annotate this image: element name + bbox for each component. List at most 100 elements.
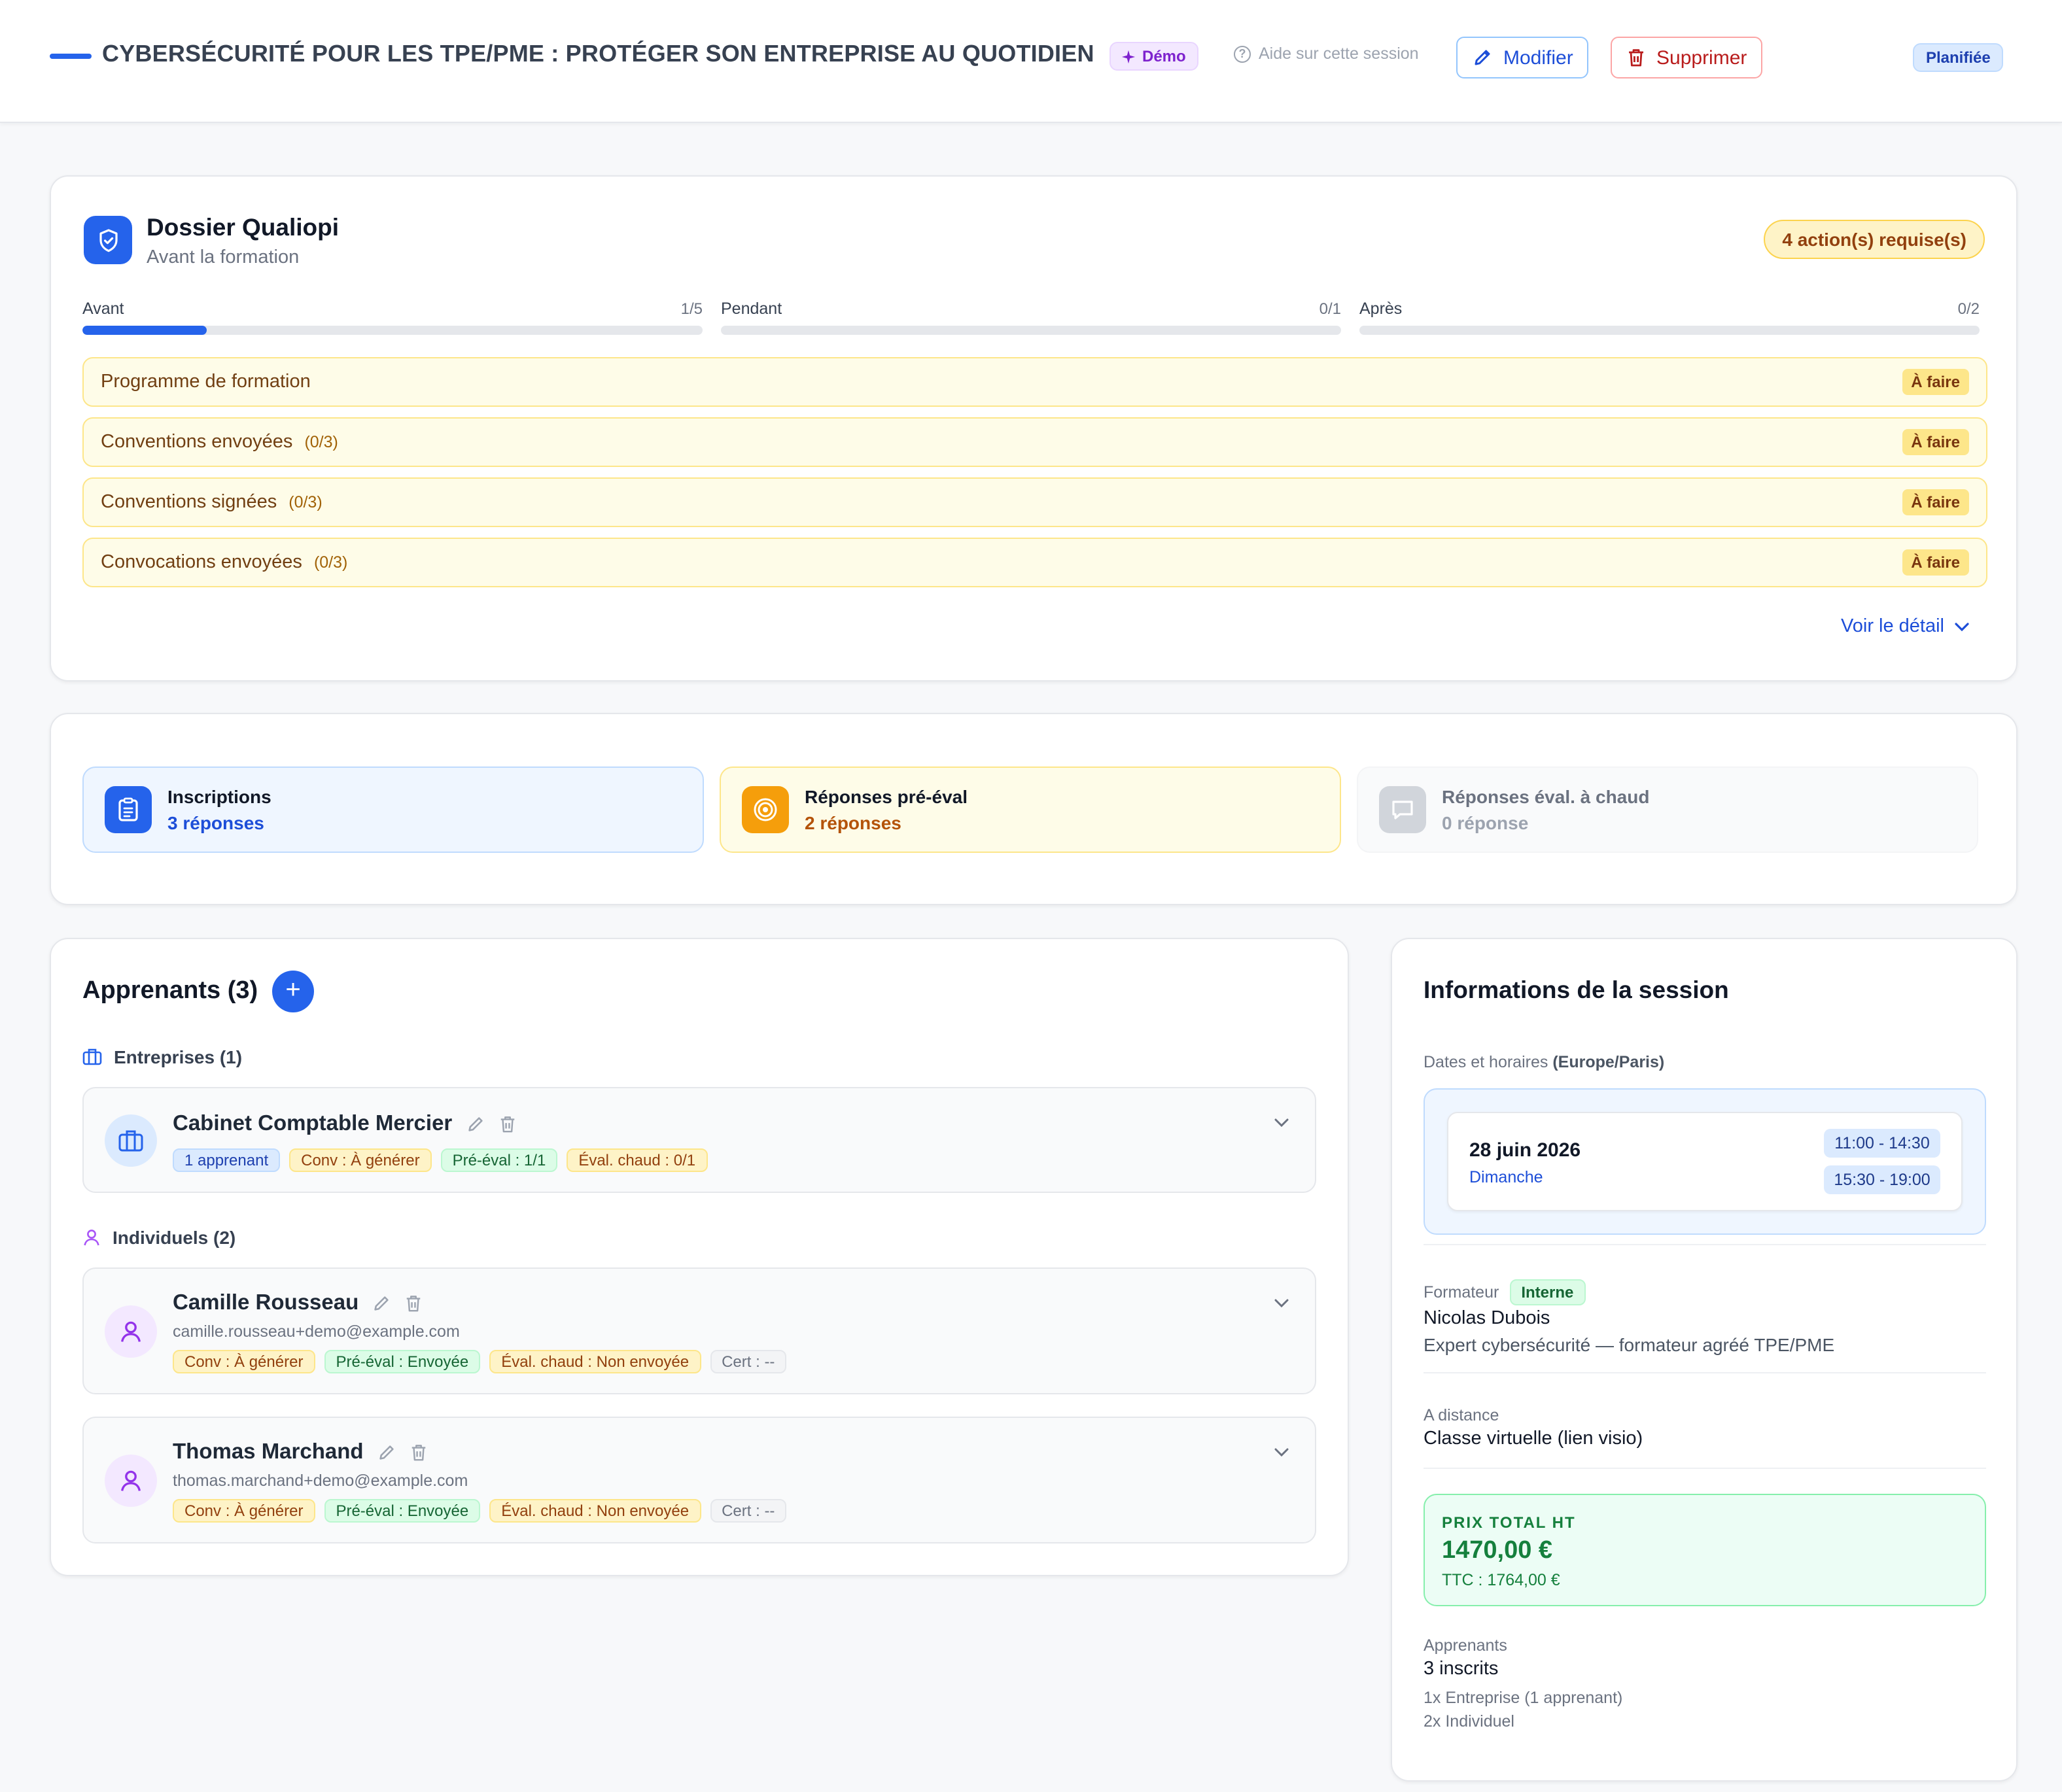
- actions-required-badge: 4 action(s) requise(s): [1764, 220, 1985, 259]
- briefcase-icon: [82, 1048, 102, 1065]
- phase-count: 1/5: [680, 300, 703, 318]
- learner-name: Thomas Marchand: [173, 1440, 364, 1464]
- briefcase-icon: [105, 1114, 157, 1167]
- learners-detail: 1x Entreprise (1 apprenant): [1424, 1689, 1623, 1707]
- pencil-icon[interactable]: [377, 1443, 396, 1462]
- chevron-down-icon[interactable]: [1274, 1299, 1289, 1308]
- shield-icon: [84, 216, 132, 264]
- learners-detail: 2x Individuel: [1424, 1712, 1514, 1731]
- learners-title: Apprenants (3): [82, 977, 258, 1005]
- help-link[interactable]: ? Aide sur cette session: [1234, 44, 1419, 63]
- progress-track: [82, 326, 703, 335]
- phase-label: Avant: [82, 300, 124, 318]
- dates-box: 28 juin 2026 Dimanche 11:00 - 14:30 15:3…: [1424, 1088, 1986, 1235]
- view-detail-link[interactable]: Voir le détail: [1841, 616, 1969, 637]
- task-item[interactable]: Conventions signées (0/3) À faire: [82, 477, 1987, 527]
- trash-icon[interactable]: [410, 1443, 428, 1462]
- phase-label: Pendant: [721, 300, 782, 318]
- date-card: 28 juin 2026 Dimanche 11:00 - 14:30 15:3…: [1447, 1112, 1963, 1211]
- chevron-down-icon[interactable]: [1274, 1448, 1289, 1457]
- task-status-badge: À faire: [1902, 489, 1969, 515]
- pencil-icon: [1475, 50, 1490, 65]
- individual-row[interactable]: Camille Rousseau camille.rousseau+demo@e…: [82, 1267, 1316, 1394]
- hot-eval-tag: Éval. chaud : Non envoyée: [489, 1350, 701, 1373]
- company-tags: 1 apprenant Conv : À générer Pré-éval : …: [173, 1148, 708, 1172]
- chevron-down-icon: [1955, 622, 1969, 631]
- progress-track: [1359, 326, 1980, 335]
- task-status-badge: À faire: [1902, 549, 1969, 576]
- task-item[interactable]: Convocations envoyées (0/3) À faire: [82, 538, 1987, 587]
- progress-track: [721, 326, 1341, 335]
- individuals-section-label: Individuels (2): [82, 1227, 236, 1248]
- registrations-tile[interactable]: Inscriptions 3 réponses: [82, 767, 704, 853]
- individual-row[interactable]: Thomas Marchand thomas.marchand+demo@exa…: [82, 1417, 1316, 1543]
- task-count: (0/3): [313, 553, 348, 572]
- task-count: (0/3): [288, 493, 323, 511]
- task-item[interactable]: Conventions envoyées (0/3) À faire: [82, 417, 1987, 467]
- trainer-description: Expert cybersécurité — formateur agréé T…: [1424, 1334, 1835, 1355]
- sparkle-icon: [1121, 49, 1136, 63]
- timezone-label: (Europe/Paris): [1552, 1053, 1665, 1071]
- trainer-label: Formateur: [1424, 1283, 1499, 1301]
- task-name: Programme de formation: [101, 371, 311, 392]
- edit-button-label: Modifier: [1503, 46, 1573, 69]
- convention-tag: Conv : À générer: [173, 1350, 315, 1373]
- hot-eval-tag: Éval. chaud : Non envoyée: [489, 1499, 701, 1523]
- trash-icon[interactable]: [404, 1294, 423, 1313]
- divider: [1424, 1244, 1986, 1245]
- chevron-down-icon[interactable]: [1274, 1118, 1289, 1128]
- pre-eval-tag: Pré-éval : Envoyée: [324, 1499, 481, 1523]
- pre-eval-tag: Pré-éval : Envoyée: [324, 1350, 481, 1373]
- edit-button[interactable]: Modifier: [1456, 37, 1589, 78]
- task-item[interactable]: Programme de formation À faire: [82, 357, 1987, 407]
- trash-icon[interactable]: [498, 1114, 516, 1134]
- delete-button[interactable]: Supprimer: [1611, 37, 1763, 78]
- price-value: 1470,00 €: [1442, 1537, 1553, 1564]
- page-title: CYBERSÉCURITÉ POUR LES TPE/PME : PROTÉGE…: [102, 41, 1094, 67]
- demo-badge: Démo: [1110, 42, 1199, 71]
- session-info-title: Informations de la session: [1424, 976, 1729, 1003]
- learners-count-label: Apprenants: [1424, 1636, 1507, 1655]
- dates-label: Dates et horaires: [1424, 1053, 1548, 1071]
- header-bar: CYBERSÉCURITÉ POUR LES TPE/PME : PROTÉGE…: [0, 0, 2062, 123]
- task-count: (0/3): [304, 433, 338, 451]
- title-accent: [50, 54, 92, 59]
- certificate-tag: Cert : --: [710, 1350, 787, 1373]
- trainer-name: Nicolas Dubois: [1424, 1308, 1550, 1329]
- learner-tags: Conv : À générer Pré-éval : Envoyée Éval…: [173, 1350, 787, 1373]
- session-page: CYBERSÉCURITÉ POUR LES TPE/PME : PROTÉGE…: [0, 0, 2062, 1792]
- convention-tag: Conv : À générer: [289, 1148, 432, 1172]
- progress-fill: [82, 326, 207, 335]
- pencil-icon[interactable]: [465, 1114, 485, 1134]
- pre-eval-tile[interactable]: Réponses pré-éval 2 réponses: [720, 767, 1341, 853]
- clipboard-icon: [105, 786, 152, 833]
- phase-progress-before: Avant 1/5: [82, 300, 703, 335]
- task-status-badge: À faire: [1902, 369, 1969, 395]
- mode-label: A distance: [1424, 1406, 1499, 1424]
- registrations-title: Inscriptions: [167, 786, 271, 807]
- divider: [1424, 1468, 1986, 1469]
- company-row[interactable]: Cabinet Comptable Mercier 1 apprenant Co…: [82, 1087, 1316, 1193]
- divider: [1424, 1372, 1986, 1373]
- add-learner-button[interactable]: +: [272, 971, 314, 1012]
- qualiopi-subtitle: Avant la formation: [147, 247, 300, 268]
- learner-name: Camille Rousseau: [173, 1291, 359, 1315]
- pre-eval-count: 2 réponses: [805, 812, 901, 833]
- hot-eval-title: Réponses éval. à chaud: [1442, 786, 1650, 807]
- registrations-count: 3 réponses: [167, 812, 264, 833]
- companies-section-label: Entreprises (1): [82, 1046, 242, 1067]
- learners-count-value: 3 inscrits: [1424, 1659, 1499, 1680]
- hot-eval-tile[interactable]: Réponses éval. à chaud 0 réponse: [1357, 767, 1978, 853]
- responses-card: Inscriptions 3 réponses Réponses pré-éva…: [50, 713, 2018, 905]
- pencil-icon[interactable]: [372, 1294, 391, 1313]
- learner-name-row: Camille Rousseau: [173, 1291, 423, 1316]
- session-day: Dimanche: [1469, 1168, 1543, 1186]
- session-date: 28 juin 2026: [1469, 1139, 1581, 1162]
- task-name: Conventions envoyées: [101, 432, 293, 453]
- phase-progress-after: Après 0/2: [1359, 300, 1980, 335]
- learners-card: Apprenants (3) + Entreprises (1) Cabinet…: [50, 938, 1349, 1576]
- view-detail-label: Voir le détail: [1841, 616, 1944, 637]
- hot-eval-count: 0 réponse: [1442, 812, 1529, 833]
- target-icon: [742, 786, 789, 833]
- user-icon: [105, 1455, 157, 1507]
